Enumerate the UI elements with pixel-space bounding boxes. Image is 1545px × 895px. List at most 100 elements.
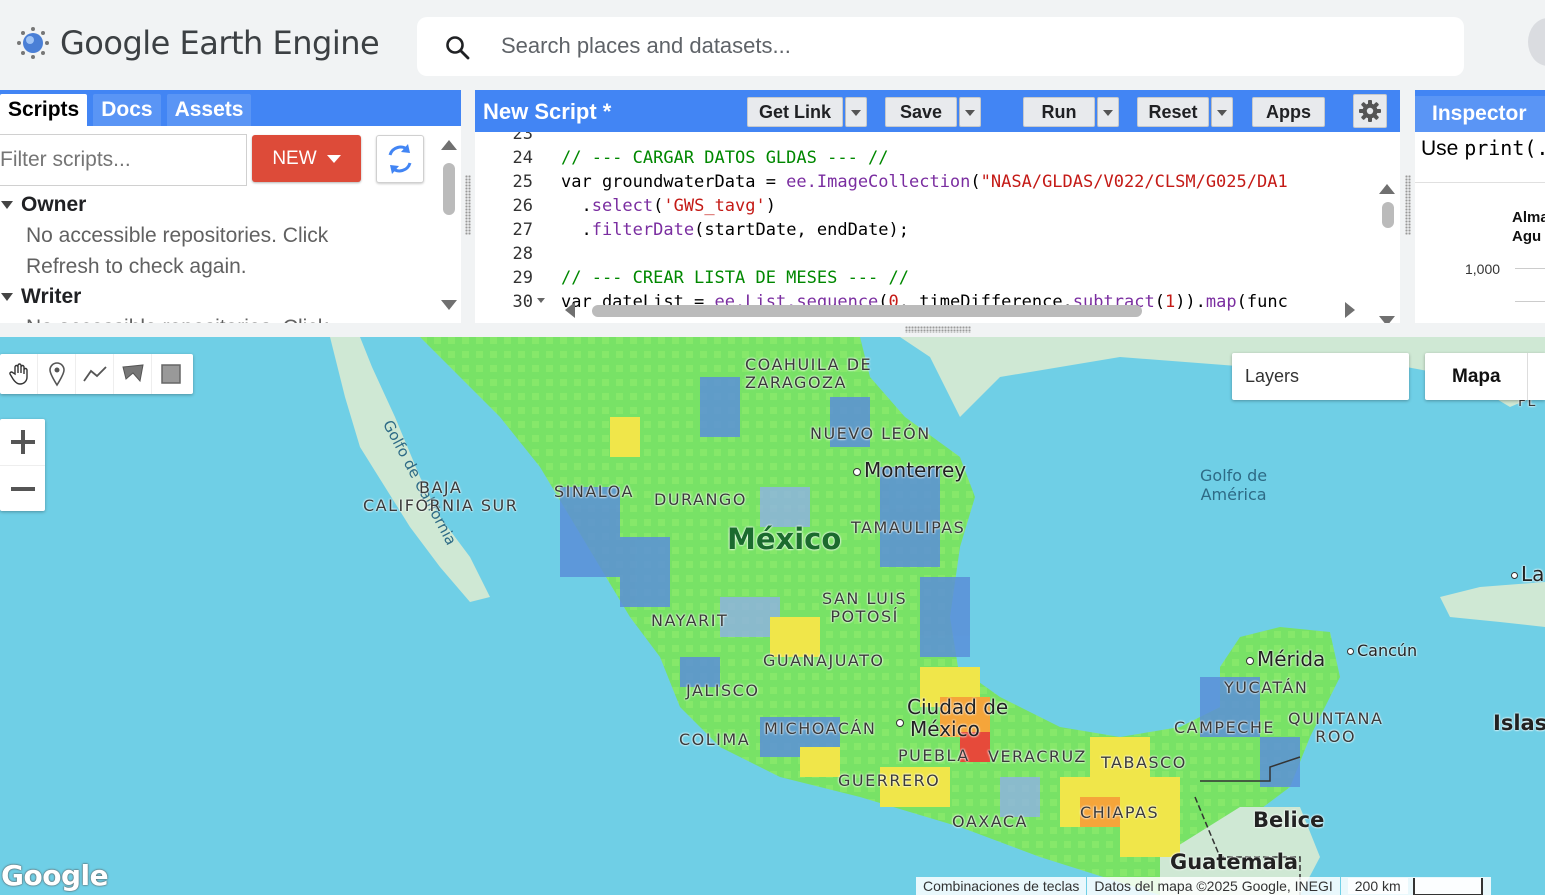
app-logo[interactable]: Google Earth Engine [16, 24, 380, 62]
settings-button[interactable] [1353, 94, 1387, 128]
marker-pin-icon[interactable] [38, 354, 76, 394]
code-line: // --- CREAR LISTA DE MESES --- // [561, 268, 909, 288]
map-label-guanajuato: GUANAJUATO [763, 651, 885, 670]
apps-button[interactable]: Apps [1252, 97, 1325, 127]
get-link-button[interactable]: Get Link [747, 97, 843, 127]
divider [1415, 182, 1545, 183]
earth-engine-logo-icon [16, 26, 50, 60]
tab-inspector[interactable]: Inspector [1415, 96, 1545, 132]
editor-vscroll[interactable] [1377, 184, 1397, 323]
map-label-jalisco: JALISCO [686, 681, 760, 700]
save-dropdown[interactable] [959, 97, 981, 127]
scroll-thumb[interactable] [443, 163, 455, 215]
map-view[interactable]: COAHUILA DE ZARAGOZA NUEVO LEÓN Monterre… [0, 337, 1545, 895]
run-button[interactable]: Run [1023, 97, 1095, 127]
tab-assets[interactable]: Assets [166, 94, 252, 126]
label-text: SAN LUIS [822, 589, 908, 608]
scroll-up-icon[interactable] [1379, 184, 1395, 194]
map-attribution[interactable]: Datos del mapa ©2025 Google, INEGI [1087, 877, 1340, 895]
chart-y-tick: 1,000 [1465, 261, 1501, 277]
map-label-monterrey: Monterrey [853, 458, 966, 482]
city-dot-icon [1347, 648, 1354, 655]
filter-row: Filter scripts... NEW [0, 134, 461, 190]
map-label-campeche: CAMPECHE [1174, 718, 1275, 737]
draw-line-icon[interactable] [76, 354, 114, 394]
layers-button[interactable]: Layers [1232, 353, 1409, 400]
map-scale[interactable]: 200 km [1340, 877, 1491, 895]
code-line: var groundwaterData = ee.ImageCollection… [561, 172, 1288, 192]
search-input[interactable] [501, 29, 1401, 63]
expand-triangle-icon [1, 293, 13, 301]
splitter-grip [1405, 175, 1411, 235]
editor-hscroll[interactable] [565, 300, 1365, 320]
keyboard-shortcuts-link[interactable]: Combinaciones de teclas [916, 877, 1087, 895]
writer-message: No accessible repositories. Click [0, 312, 400, 323]
code-area[interactable]: 23 24 25 26 27 28 29 30 // --- CARGAR DA… [475, 132, 1400, 323]
refresh-icon [388, 144, 412, 174]
pan-hand-icon[interactable] [0, 354, 38, 394]
zoom-control [0, 419, 45, 511]
search-box[interactable] [417, 17, 1464, 76]
run-dropdown[interactable] [1097, 97, 1119, 127]
scroll-down-icon[interactable] [441, 300, 457, 310]
app-header: Google Earth Engine [0, 0, 1545, 90]
map-label-chiapas: CHIAPAS [1080, 803, 1160, 822]
line-number: 30 [512, 292, 533, 312]
chart-title: Alma Agu [1512, 208, 1545, 246]
line-number: 24 [512, 148, 533, 168]
right-splitter[interactable] [1401, 90, 1415, 323]
save-button[interactable]: Save [885, 97, 957, 127]
line-gutter: 23 24 25 26 27 28 29 30 [475, 132, 553, 323]
draw-polygon-icon[interactable] [114, 354, 152, 394]
map-label-puebla: PUEBLA [898, 746, 970, 765]
script-title[interactable]: New Script * [483, 99, 611, 125]
map-label-nuevo-leon: NUEVO LEÓN [810, 424, 931, 443]
refresh-button[interactable] [376, 135, 424, 183]
map-label-guatemala: Guatemala [1170, 850, 1299, 874]
new-script-button[interactable]: NEW [252, 135, 361, 182]
tree-section-owner[interactable]: Owner [0, 190, 440, 220]
reset-dropdown[interactable] [1211, 97, 1233, 127]
zoom-in-button[interactable] [0, 419, 45, 465]
map-label-michoacan: MICHOACÁN [764, 719, 877, 738]
city-dot-icon [853, 467, 861, 476]
scroll-thumb[interactable] [1382, 202, 1394, 228]
chart-gridline [1515, 301, 1545, 302]
label-text: Ciudad de [907, 695, 1009, 719]
scroll-thumb[interactable] [592, 305, 1142, 317]
account-avatar[interactable] [1528, 18, 1545, 66]
label-text: ROO [1315, 727, 1357, 746]
label-text: COAHUILA DE ZARAGOZA [745, 355, 873, 392]
hint-prefix: Use [1421, 137, 1465, 160]
map-label-colima: COLIMA [679, 730, 751, 749]
scroll-up-icon[interactable] [441, 140, 457, 150]
label-text: Monterrey [864, 458, 967, 482]
chart-title-line: Agu [1512, 228, 1542, 245]
plus-icon [10, 430, 35, 454]
map-label-tabasco: TABASCO [1101, 753, 1187, 772]
scripts-scrollbar[interactable] [440, 135, 460, 315]
scroll-right-icon[interactable] [1345, 302, 1355, 318]
map-splitter[interactable] [0, 323, 1545, 337]
tab-docs[interactable]: Docs [93, 94, 161, 126]
tab-scripts[interactable]: Scripts [0, 94, 88, 126]
chart-gridline [1515, 268, 1545, 269]
owner-message: No accessible repositories. Click Refres… [26, 224, 329, 278]
scale-bar [1412, 878, 1483, 895]
scroll-left-icon[interactable] [565, 302, 575, 318]
inspector-tabbar: Inspector [1415, 90, 1545, 132]
caret-down-icon [326, 154, 341, 163]
fold-arrow-icon[interactable] [537, 298, 545, 303]
map-footer: Combinaciones de teclas Datos del mapa ©… [916, 877, 1492, 895]
map-type-button[interactable]: Mapa [1425, 353, 1545, 400]
tree-section-writer[interactable]: Writer [0, 282, 440, 312]
left-splitter[interactable] [461, 90, 475, 323]
scroll-down-icon[interactable] [1379, 316, 1395, 323]
zoom-out-button[interactable] [0, 465, 45, 511]
draw-rectangle-icon[interactable] [152, 354, 190, 394]
get-link-dropdown[interactable] [845, 97, 867, 127]
filter-scripts-input[interactable]: Filter scripts... [0, 134, 247, 186]
reset-button[interactable]: Reset [1137, 97, 1209, 127]
drawing-tools [0, 354, 193, 394]
scripts-panel: Scripts Docs Assets Filter scripts... NE… [0, 90, 461, 323]
